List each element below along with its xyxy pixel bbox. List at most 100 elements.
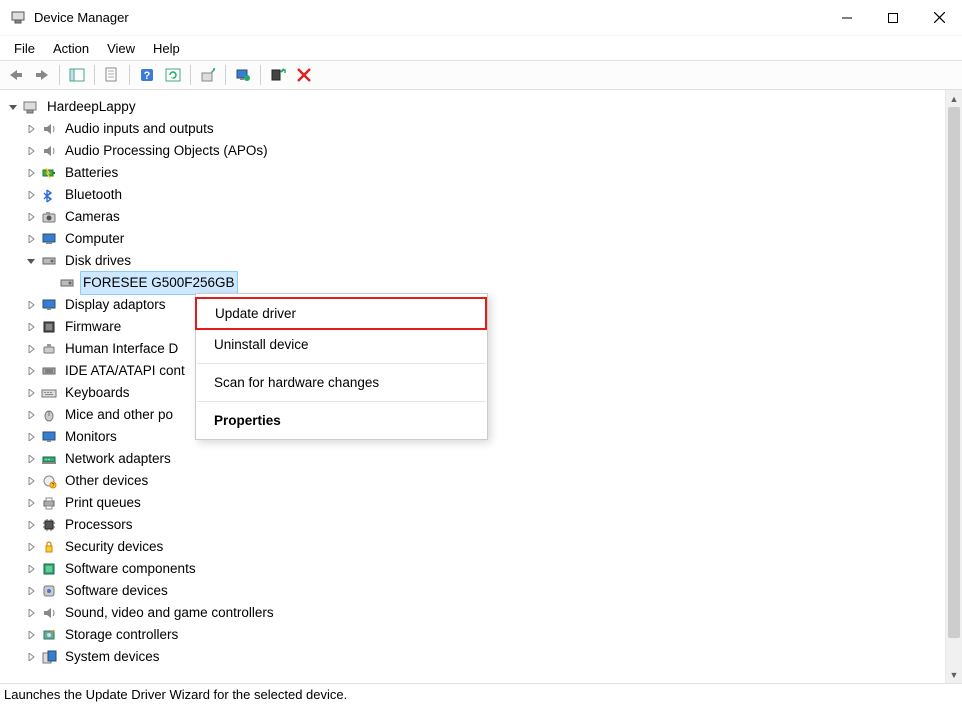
expand-icon[interactable] (24, 584, 38, 598)
tree-node-label: Keyboards (62, 382, 133, 404)
keyboard-icon (40, 384, 58, 402)
expand-icon[interactable] (24, 496, 38, 510)
tree-root[interactable]: HardeepLappy (6, 96, 945, 118)
menu-file[interactable]: File (6, 38, 43, 59)
toolbar-separator (190, 65, 191, 85)
printer-icon (40, 494, 58, 512)
audio-icon (40, 604, 58, 622)
app-icon (10, 10, 26, 26)
refresh-icon[interactable] (161, 63, 185, 87)
tree-category[interactable]: Cameras (6, 206, 945, 228)
scroll-down-icon[interactable]: ▼ (946, 666, 962, 683)
softdev-icon (40, 582, 58, 600)
tree-node-label: Disk drives (62, 250, 134, 272)
menu-view[interactable]: View (99, 38, 143, 59)
tree-category[interactable]: Sound, video and game controllers (6, 602, 945, 624)
statusbar-text: Launches the Update Driver Wizard for th… (4, 687, 347, 702)
scroll-up-icon[interactable]: ▲ (946, 90, 962, 107)
expand-icon[interactable] (24, 122, 38, 136)
expand-icon[interactable] (24, 364, 38, 378)
expand-icon[interactable] (24, 144, 38, 158)
tree-node-label: IDE ATA/ATAPI cont (62, 360, 188, 382)
expand-icon[interactable] (24, 166, 38, 180)
tree-category[interactable]: ?Other devices (6, 470, 945, 492)
expand-icon[interactable] (24, 210, 38, 224)
expand-icon[interactable] (24, 474, 38, 488)
tree-node-label: Sound, video and game controllers (62, 602, 277, 624)
expand-icon[interactable] (24, 408, 38, 422)
svg-text:?: ? (144, 70, 151, 82)
tree-node-label: Network adapters (62, 448, 174, 470)
tree-category[interactable]: Software components (6, 558, 945, 580)
expand-icon[interactable] (24, 342, 38, 356)
minimize-button[interactable] (824, 0, 870, 36)
tree-category[interactable]: Batteries (6, 162, 945, 184)
tree-category[interactable]: Print queues (6, 492, 945, 514)
collapse-icon[interactable] (24, 254, 38, 268)
tree-category[interactable]: Security devices (6, 536, 945, 558)
firmware-icon (40, 318, 58, 336)
expand-icon[interactable] (24, 452, 38, 466)
help-icon[interactable]: ? (135, 63, 159, 87)
tree-device[interactable]: FORESEE G500F256GB (6, 272, 945, 294)
audio-icon (40, 120, 58, 138)
expand-icon[interactable] (24, 540, 38, 554)
scroll-track[interactable] (946, 107, 962, 666)
uninstall-device-icon[interactable] (266, 63, 290, 87)
disk-icon (40, 252, 58, 270)
expand-icon[interactable] (24, 320, 38, 334)
bluetooth-icon (40, 186, 58, 204)
tree-node-label: Monitors (62, 426, 120, 448)
tree-node-label: Software components (62, 558, 199, 580)
toolbar-separator (260, 65, 261, 85)
tree-category[interactable]: Software devices (6, 580, 945, 602)
tree-category[interactable]: Storage controllers (6, 624, 945, 646)
menu-help[interactable]: Help (145, 38, 188, 59)
svg-text:?: ? (52, 483, 55, 489)
titlebar: Device Manager (0, 0, 962, 36)
update-driver-icon[interactable] (196, 63, 220, 87)
back-arrow-icon[interactable] (4, 63, 28, 87)
tree-node-label: Processors (62, 514, 136, 536)
expand-icon[interactable] (24, 430, 38, 444)
context-menu-item[interactable]: Scan for hardware changes (196, 368, 487, 397)
tree-category[interactable]: Disk drives (6, 250, 945, 272)
collapse-icon[interactable] (6, 100, 20, 114)
tree-node-label: Display adaptors (62, 294, 169, 316)
toolbar-separator (59, 65, 60, 85)
tree-category[interactable]: System devices (6, 646, 945, 668)
enable-device-icon[interactable] (231, 63, 255, 87)
ide-icon (40, 362, 58, 380)
tree-category[interactable]: Audio inputs and outputs (6, 118, 945, 140)
tree-category[interactable]: Bluetooth (6, 184, 945, 206)
delete-icon[interactable] (292, 63, 316, 87)
display-icon (40, 296, 58, 314)
storage-icon (40, 626, 58, 644)
properties-icon[interactable] (100, 63, 124, 87)
expand-icon[interactable] (24, 188, 38, 202)
expand-icon[interactable] (24, 386, 38, 400)
context-menu-item[interactable]: Update driver (195, 297, 487, 330)
vertical-scrollbar[interactable]: ▲ ▼ (945, 90, 962, 683)
expand-icon[interactable] (24, 606, 38, 620)
expand-icon[interactable] (24, 518, 38, 532)
context-menu-item[interactable]: Properties (196, 406, 487, 435)
menu-action[interactable]: Action (45, 38, 97, 59)
tree-category[interactable]: Processors (6, 514, 945, 536)
expand-icon[interactable] (24, 628, 38, 642)
maximize-button[interactable] (870, 0, 916, 36)
expand-icon[interactable] (24, 298, 38, 312)
forward-arrow-icon[interactable] (30, 63, 54, 87)
tree-category[interactable]: Network adapters (6, 448, 945, 470)
show-hide-tree-icon[interactable] (65, 63, 89, 87)
context-menu-item[interactable]: Uninstall device (196, 330, 487, 359)
scroll-thumb[interactable] (948, 107, 960, 638)
tree-category[interactable]: Computer (6, 228, 945, 250)
expand-icon[interactable] (24, 562, 38, 576)
tree-node-label: Print queues (62, 492, 144, 514)
close-button[interactable] (916, 0, 962, 36)
tree-category[interactable]: Audio Processing Objects (APOs) (6, 140, 945, 162)
battery-icon (40, 164, 58, 182)
expand-icon[interactable] (24, 650, 38, 664)
expand-icon[interactable] (24, 232, 38, 246)
